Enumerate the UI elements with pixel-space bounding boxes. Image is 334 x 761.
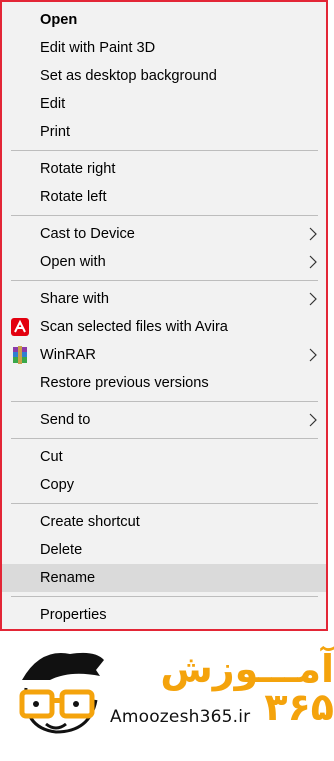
menu-item-label: Rotate left <box>40 189 107 205</box>
menu-item-scan-selected-files-with-avira[interactable]: Scan selected files with Avira <box>2 313 326 341</box>
menu-item-label: Copy <box>40 477 75 493</box>
menu-item-cut[interactable]: Cut <box>2 443 326 471</box>
menu-item-print[interactable]: Print <box>2 118 326 146</box>
menu-item-open-with[interactable]: Open with <box>2 248 326 276</box>
menu-item-label: Restore previous versions <box>40 375 209 391</box>
menu-item-properties[interactable]: Properties <box>2 601 326 629</box>
menu-item-rotate-left[interactable]: Rotate left <box>2 183 326 211</box>
menu-item-send-to[interactable]: Send to <box>2 406 326 434</box>
menu-item-label: Delete <box>40 542 83 558</box>
menu-item-create-shortcut[interactable]: Create shortcut <box>2 508 326 536</box>
menu-item-label: Create shortcut <box>40 514 140 530</box>
menu-separator <box>11 150 318 151</box>
menu-separator <box>11 438 318 439</box>
menu-item-edit-with-paint-3d[interactable]: Edit with Paint 3D <box>2 34 326 62</box>
menu-item-label: Rotate right <box>40 161 116 177</box>
menu-item-label: Properties <box>40 607 107 623</box>
menu-item-label: Scan selected files with Avira <box>40 319 228 335</box>
menu-item-label: Edit <box>40 96 66 112</box>
chevron-right-icon <box>309 227 317 241</box>
menu-item-cast-to-device[interactable]: Cast to Device <box>2 220 326 248</box>
menu-item-rename[interactable]: Rename <box>2 564 326 592</box>
chevron-right-icon <box>309 255 317 269</box>
menu-item-delete[interactable]: Delete <box>2 536 326 564</box>
menu-separator <box>11 215 318 216</box>
menu-separator <box>11 596 318 597</box>
chevron-right-icon <box>309 413 317 427</box>
menu-item-copy[interactable]: Copy <box>2 471 326 499</box>
menu-item-set-as-desktop-background[interactable]: Set as desktop background <box>2 62 326 90</box>
context-menu-list: Open Edit with Paint 3D Set as desktop bac… <box>2 6 326 629</box>
mascot-icon <box>19 652 104 734</box>
site-logo: آمـــوزش ۳۶۵ Amoozesh365.ir <box>0 640 334 756</box>
brand-site-text: Amoozesh365.ir <box>110 707 251 727</box>
chevron-right-icon <box>309 348 317 362</box>
menu-separator <box>11 401 318 402</box>
menu-item-label: Open with <box>40 254 106 270</box>
menu-item-label: WinRAR <box>40 347 96 363</box>
menu-item-restore-previous-versions[interactable]: Restore previous versions <box>2 369 326 397</box>
menu-separator <box>11 280 318 281</box>
menu-separator <box>11 503 318 504</box>
menu-item-label: Rename <box>40 570 96 586</box>
menu-item-share-with[interactable]: Share with <box>2 285 326 313</box>
menu-item-label: Cast to Device <box>40 226 135 242</box>
menu-item-label: Open <box>40 12 78 28</box>
menu-item-label: Edit with Paint 3D <box>40 40 156 56</box>
menu-item-label: Cut <box>40 449 63 465</box>
menu-item-open[interactable]: Open <box>2 6 326 34</box>
menu-item-edit[interactable]: Edit <box>2 90 326 118</box>
menu-item-label: Send to <box>40 412 91 428</box>
menu-item-rotate-right[interactable]: Rotate right <box>2 155 326 183</box>
menu-item-label: Print <box>40 124 71 140</box>
chevron-right-icon <box>309 292 317 306</box>
winrar-icon <box>13 346 27 364</box>
menu-item-label: Share with <box>40 291 109 307</box>
avira-icon <box>11 318 29 336</box>
menu-item-label: Set as desktop background <box>40 68 217 84</box>
context-menu: Open Edit with Paint 3D Set as desktop bac… <box>0 0 328 631</box>
menu-item-winrar[interactable]: WinRAR <box>2 341 326 369</box>
